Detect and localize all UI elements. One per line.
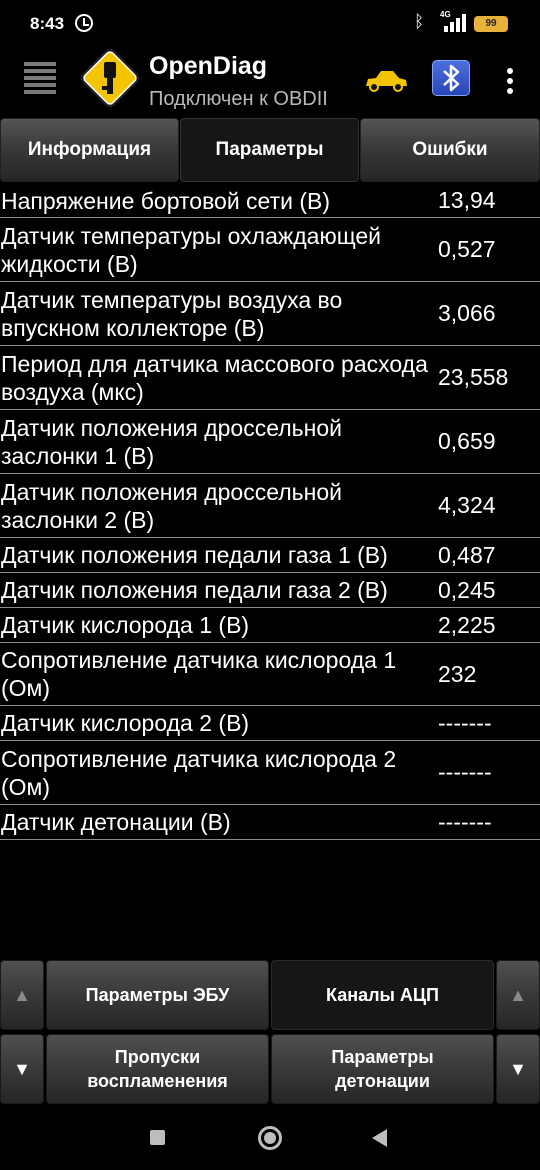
list-item: Датчик положения педали газа 2 (В) 0,245 bbox=[0, 573, 540, 608]
param-value: 4,324 bbox=[438, 492, 496, 518]
list-item: Датчик температуры воздуха во впускном к… bbox=[0, 282, 540, 346]
param-value: 23,558 bbox=[438, 364, 509, 390]
battery-icon: 99 bbox=[474, 16, 508, 32]
bluetooth-status-icon: ᛒ bbox=[414, 12, 425, 31]
tab-info[interactable]: Информация bbox=[0, 118, 179, 182]
bluetooth-connect-icon[interactable] bbox=[432, 60, 470, 96]
param-value: 2,225 bbox=[438, 611, 496, 638]
param-value: ------- bbox=[438, 808, 492, 835]
tab-bar: Информация Параметры Ошибки bbox=[0, 118, 540, 182]
param-value: 3,066 bbox=[438, 300, 496, 326]
knock-params-button[interactable]: Параметры детонации bbox=[271, 1034, 494, 1104]
app-bar: OpenDiag Подключен к OBDII bbox=[0, 46, 540, 116]
list-item: Датчик детонации (В) ------- bbox=[0, 805, 540, 840]
param-name: Датчик детонации (В) bbox=[1, 809, 231, 835]
list-item: Сопротивление датчика кислорода 1 (Ом) 2… bbox=[0, 643, 540, 706]
param-name: Датчик кислорода 2 (В) bbox=[1, 710, 250, 736]
misfires-button[interactable]: Пропуски воспламенения bbox=[46, 1034, 269, 1104]
list-item: Период для датчика массового расхода воз… bbox=[0, 346, 540, 410]
bottom-button-panel: ▲ Параметры ЭБУ Каналы АЦП ▲ ▼ Пропуски … bbox=[0, 958, 540, 1108]
param-value: 0,527 bbox=[438, 236, 496, 262]
ecu-params-button[interactable]: Параметры ЭБУ bbox=[46, 960, 269, 1030]
status-bar: 8:43 ᛒ 4G 99 bbox=[0, 0, 540, 46]
param-value: ------- bbox=[438, 709, 492, 736]
back-icon[interactable] bbox=[372, 1129, 387, 1147]
list-item: Датчик температуры охлаждающей жидкости … bbox=[0, 218, 540, 282]
recents-icon[interactable] bbox=[150, 1130, 165, 1145]
list-item: Датчик кислорода 1 (В) 2,225 bbox=[0, 608, 540, 643]
param-name: Датчик положения педали газа 1 (В) bbox=[1, 542, 388, 568]
param-name: Датчик температуры воздуха во впускном к… bbox=[1, 286, 343, 341]
status-time: 8:43 bbox=[30, 14, 65, 33]
param-name: Датчик положения дроссельной заслонки 1 … bbox=[1, 414, 342, 469]
list-item: Датчик положения педали газа 1 (В) 0,487 bbox=[0, 538, 540, 573]
param-value: 13,94 bbox=[438, 187, 496, 213]
list-item: Сопротивление датчика кислорода 2 (Ом) -… bbox=[0, 741, 540, 805]
list-item: Датчик положения дроссельной заслонки 1 … bbox=[0, 410, 540, 474]
param-name: Напряжение бортовой сети (В) bbox=[1, 187, 331, 214]
param-name: Датчик положения педали газа 2 (В) bbox=[1, 577, 388, 603]
list-item: Напряжение бортовой сети (В) 13,94 bbox=[0, 184, 540, 218]
param-value: 0,659 bbox=[438, 428, 496, 454]
scroll-down-right-button[interactable]: ▼ bbox=[496, 1034, 540, 1104]
tab-errors[interactable]: Ошибки bbox=[360, 118, 540, 182]
param-name: Период для датчика массового расхода воз… bbox=[1, 350, 428, 405]
app-logo-icon bbox=[80, 48, 140, 108]
scroll-up-right-button[interactable]: ▲ bbox=[496, 960, 540, 1030]
tab-parameters[interactable]: Параметры bbox=[180, 118, 359, 182]
system-nav-bar bbox=[0, 1108, 540, 1170]
scroll-down-left-button[interactable]: ▼ bbox=[0, 1034, 44, 1104]
app-title: OpenDiag bbox=[149, 52, 268, 80]
adc-channels-button[interactable]: Каналы АЦП bbox=[271, 960, 494, 1030]
menu-icon[interactable] bbox=[22, 58, 58, 94]
param-value: 232 bbox=[438, 660, 477, 687]
param-name: Сопротивление датчика кислорода 1 (Ом) bbox=[1, 647, 397, 701]
overflow-menu-icon[interactable] bbox=[506, 68, 514, 94]
param-value: 0,245 bbox=[438, 576, 496, 603]
scroll-up-left-button[interactable]: ▲ bbox=[0, 960, 44, 1030]
home-icon[interactable] bbox=[258, 1126, 282, 1150]
alarm-icon bbox=[75, 14, 93, 32]
signal-icon bbox=[438, 14, 466, 32]
list-item: Датчик кислорода 2 (В) ------- bbox=[0, 706, 540, 741]
param-value: ------- bbox=[438, 759, 492, 785]
param-name: Датчик кислорода 1 (В) bbox=[1, 612, 250, 638]
connection-status: Подключен к OBDII bbox=[149, 88, 328, 110]
parameter-list: Напряжение бортовой сети (В) 13,94 Датчи… bbox=[0, 184, 540, 840]
param-name: Сопротивление датчика кислорода 2 (Ом) bbox=[1, 745, 397, 800]
car-icon[interactable] bbox=[362, 66, 410, 94]
param-name: Датчик температуры охлаждающей жидкости … bbox=[1, 222, 382, 277]
param-name: Датчик положения дроссельной заслонки 2 … bbox=[1, 478, 342, 533]
list-item: Датчик положения дроссельной заслонки 2 … bbox=[0, 474, 540, 538]
param-value: 0,487 bbox=[438, 541, 496, 568]
